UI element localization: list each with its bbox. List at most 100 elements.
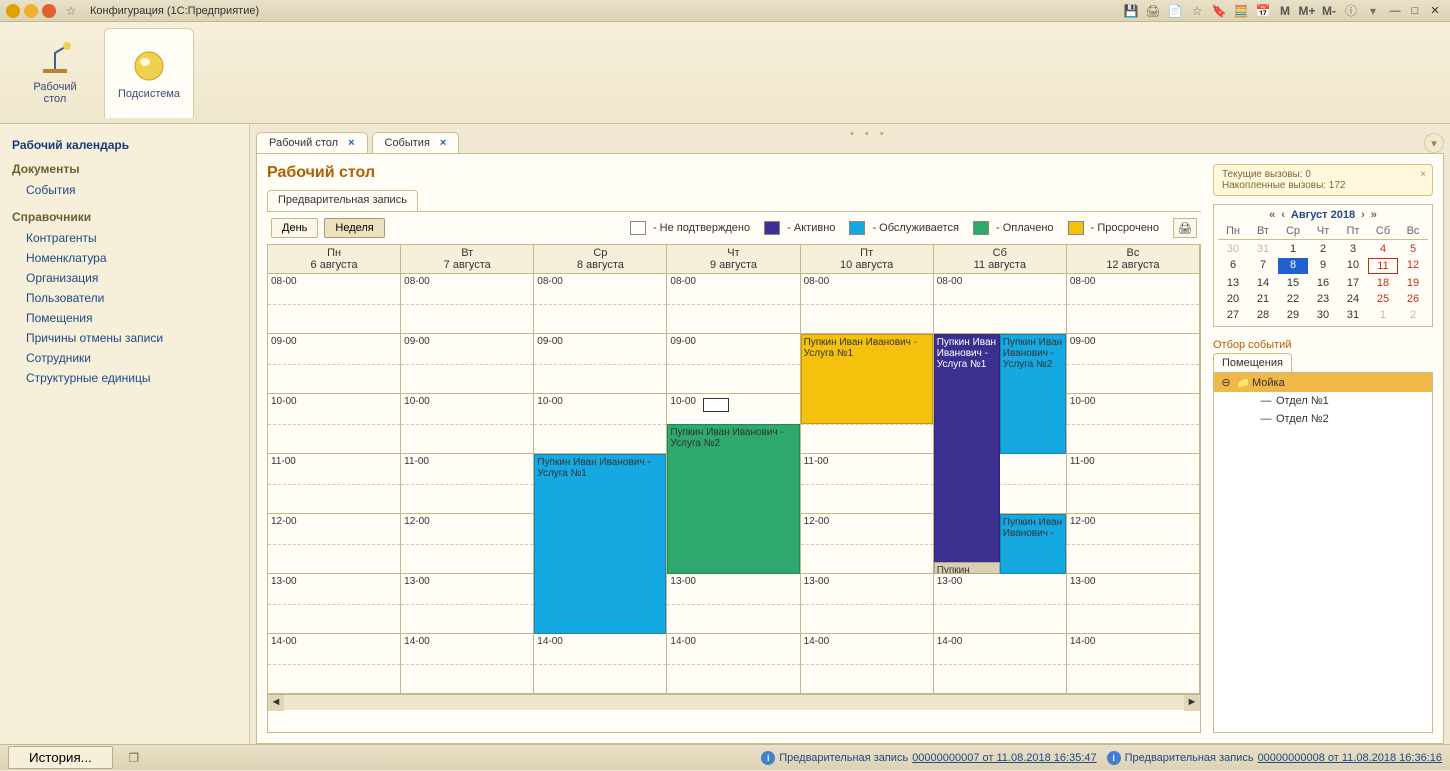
- mini-day[interactable]: 24: [1338, 292, 1368, 306]
- nav-link[interactable]: Пользователи: [12, 288, 237, 308]
- hour-cell[interactable]: 09-00: [534, 334, 666, 394]
- fav-add-icon[interactable]: ☆: [1188, 3, 1206, 19]
- mini-day[interactable]: 1: [1278, 242, 1308, 256]
- hour-cell[interactable]: 10-00: [534, 394, 666, 454]
- hour-cell[interactable]: 13-00: [801, 574, 933, 634]
- tab-desktop[interactable]: Рабочий стол ×: [256, 132, 368, 153]
- mini-day[interactable]: 25: [1368, 292, 1398, 306]
- hour-cell[interactable]: 11-00: [1067, 454, 1199, 514]
- mini-day[interactable]: 2: [1308, 242, 1338, 256]
- hour-cell[interactable]: 14-00: [268, 634, 400, 694]
- tab-close-icon[interactable]: ×: [348, 137, 354, 149]
- hour-cell[interactable]: 09-00: [1067, 334, 1199, 394]
- calendar-icon[interactable]: 📅: [1254, 3, 1272, 19]
- mini-day[interactable]: 7: [1248, 258, 1278, 274]
- calendar-event[interactable]: Пупкин Иван Иванович - Услуга №2: [667, 424, 799, 574]
- scroll-left-icon[interactable]: ◄: [268, 695, 284, 711]
- mini-day[interactable]: 2: [1398, 308, 1428, 322]
- calc-icon[interactable]: 🧮: [1232, 3, 1250, 19]
- mini-day[interactable]: 23: [1308, 292, 1338, 306]
- mini-day[interactable]: 14: [1248, 276, 1278, 290]
- memory-m-icon[interactable]: M: [1276, 3, 1294, 19]
- status-message-1[interactable]: i Предварительная запись 00000000007 от …: [761, 751, 1096, 765]
- tree-item[interactable]: ⊖📁Мойка: [1214, 373, 1432, 392]
- hour-cell[interactable]: 10-00: [268, 394, 400, 454]
- hour-cell[interactable]: 13-00: [667, 574, 799, 634]
- next-month-icon[interactable]: ›: [1361, 209, 1365, 221]
- nav-link[interactable]: Структурные единицы: [12, 368, 237, 388]
- mini-day[interactable]: 3: [1338, 242, 1368, 256]
- ribbon-tab-desktop[interactable]: Рабочий стол: [10, 28, 100, 118]
- mini-day[interactable]: 10: [1338, 258, 1368, 274]
- inner-tab-prebooking[interactable]: Предварительная запись: [267, 190, 418, 211]
- mini-day[interactable]: 16: [1308, 276, 1338, 290]
- tabs-dropdown-icon[interactable]: ▾: [1424, 133, 1444, 153]
- day-column[interactable]: 08-0009-0010-0011-0012-0013-0014-00: [268, 274, 401, 694]
- hour-cell[interactable]: 08-00: [268, 274, 400, 334]
- mini-day[interactable]: 4: [1368, 242, 1398, 256]
- hour-cell[interactable]: 14-00: [934, 634, 1066, 694]
- hour-cell[interactable]: 13-00: [401, 574, 533, 634]
- maximize-button[interactable]: □: [1406, 3, 1424, 19]
- h-scrollbar[interactable]: ◄ ►: [268, 694, 1200, 710]
- nav-link[interactable]: Контрагенты: [12, 228, 237, 248]
- mini-day[interactable]: 13: [1218, 276, 1248, 290]
- preview-icon[interactable]: 📄: [1166, 3, 1184, 19]
- mini-day[interactable]: 20: [1218, 292, 1248, 306]
- calendar-event[interactable]: Пупкин Иван Иванович - Услуга №1: [801, 334, 933, 424]
- hour-cell[interactable]: 09-00: [667, 334, 799, 394]
- dropdown-icon[interactable]: ▾: [1364, 3, 1382, 19]
- mini-day[interactable]: 9: [1308, 258, 1338, 274]
- star-icon[interactable]: ☆: [62, 3, 80, 19]
- drag-handle-icon[interactable]: • • •: [850, 128, 888, 140]
- hour-cell[interactable]: 14-00: [801, 634, 933, 694]
- nav-link[interactable]: Помещения: [12, 308, 237, 328]
- hour-cell[interactable]: 13-00: [934, 574, 1066, 634]
- tree-item[interactable]: —Отдел №2: [1214, 410, 1432, 428]
- tree-expander-icon[interactable]: ⊖: [1220, 376, 1232, 389]
- mini-day[interactable]: 12: [1398, 258, 1428, 274]
- day-view-button[interactable]: День: [271, 218, 318, 238]
- mini-cal-title[interactable]: Август 2018: [1291, 209, 1355, 221]
- hour-cell[interactable]: 14-00: [1067, 634, 1199, 694]
- mini-day[interactable]: 11: [1368, 258, 1398, 274]
- info-icon[interactable]: ⓘ: [1342, 3, 1360, 19]
- hour-cell[interactable]: 11-00: [268, 454, 400, 514]
- hour-cell[interactable]: 12-00: [801, 514, 933, 574]
- close-button[interactable]: ✕: [1426, 3, 1444, 19]
- print-icon[interactable]: 🖨: [1144, 3, 1162, 19]
- mini-day[interactable]: 15: [1278, 276, 1308, 290]
- hour-cell[interactable]: 14-00: [667, 634, 799, 694]
- hour-cell[interactable]: 08-00: [934, 274, 1066, 334]
- hour-cell[interactable]: 08-00: [801, 274, 933, 334]
- mini-day[interactable]: 28: [1248, 308, 1278, 322]
- calls-close-icon[interactable]: ×: [1420, 169, 1426, 180]
- mini-day[interactable]: 31: [1338, 308, 1368, 322]
- hour-cell[interactable]: 12-00: [268, 514, 400, 574]
- orange-circle-icon[interactable]: [42, 4, 56, 18]
- day-column[interactable]: 08-0009-0010-0011-0012-0013-0014-00: [401, 274, 534, 694]
- prev-month-icon[interactable]: ‹: [1281, 209, 1285, 221]
- hour-cell[interactable]: 09-00: [268, 334, 400, 394]
- scroll-right-icon[interactable]: ►: [1184, 695, 1200, 711]
- calendar-event[interactable]: Пупкин: [934, 562, 1000, 574]
- mini-day[interactable]: 8: [1278, 258, 1308, 274]
- mini-day[interactable]: 29: [1278, 308, 1308, 322]
- hour-cell[interactable]: 12-00: [401, 514, 533, 574]
- mini-day[interactable]: 27: [1218, 308, 1248, 322]
- nav-link[interactable]: Организация: [12, 268, 237, 288]
- print-button[interactable]: 🖨: [1173, 218, 1197, 238]
- day-column[interactable]: 08-0009-0010-0011-0012-0013-0014-00Пупки…: [801, 274, 934, 694]
- hour-cell[interactable]: 11-00: [401, 454, 533, 514]
- hour-cell[interactable]: 08-00: [401, 274, 533, 334]
- day-column[interactable]: 08-0009-0010-0011-0012-0013-0014-00Пупки…: [534, 274, 667, 694]
- hour-cell[interactable]: 13-00: [1067, 574, 1199, 634]
- day-column[interactable]: 08-0009-0010-0011-0012-0013-0014-00Пупки…: [934, 274, 1067, 694]
- hour-cell[interactable]: 08-00: [1067, 274, 1199, 334]
- status-message-2[interactable]: i Предварительная запись 00000000008 от …: [1107, 751, 1442, 765]
- mini-day[interactable]: 17: [1338, 276, 1368, 290]
- hour-cell[interactable]: 10-00: [1067, 394, 1199, 454]
- prev-year-icon[interactable]: «: [1269, 209, 1275, 221]
- mini-day[interactable]: 21: [1248, 292, 1278, 306]
- nav-link[interactable]: Сотрудники: [12, 348, 237, 368]
